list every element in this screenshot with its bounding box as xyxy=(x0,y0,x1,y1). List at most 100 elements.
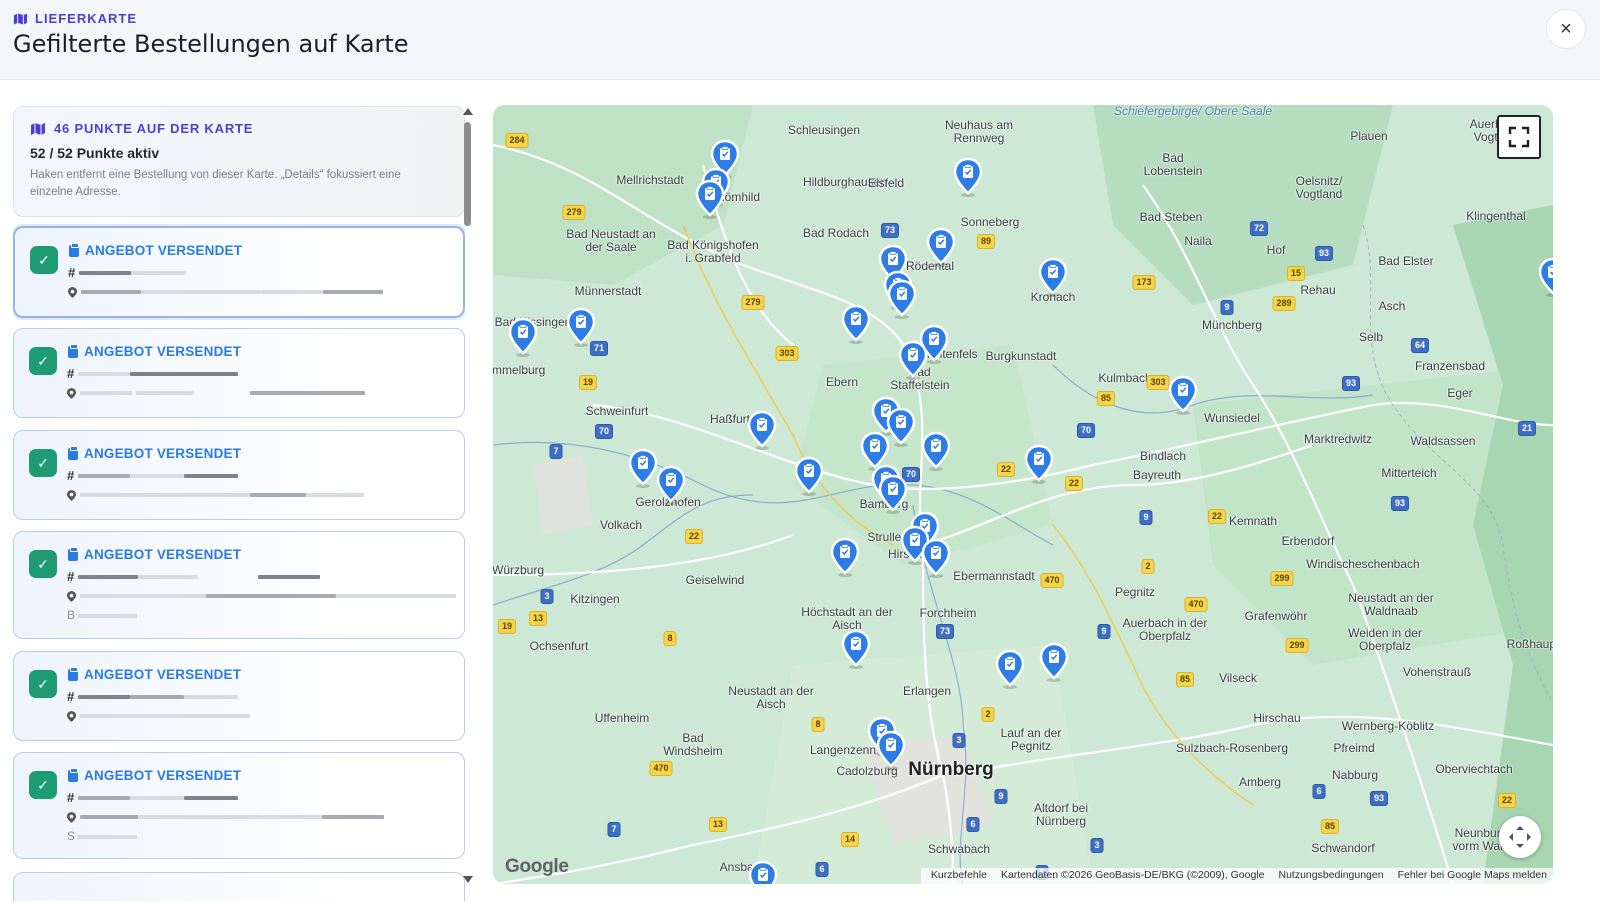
list-scrollbar[interactable] xyxy=(462,108,474,883)
summary-hint: Haken entfernt eine Bestellung von diese… xyxy=(30,169,401,198)
delivery-marker[interactable] xyxy=(921,538,951,578)
map-place: Rehau xyxy=(1300,283,1336,297)
delivery-marker[interactable] xyxy=(926,227,956,267)
map-place: Wernberg-Köblitz xyxy=(1341,719,1435,733)
map-place: Sulzbach-Rosenberg xyxy=(1175,741,1289,755)
order-number: # xyxy=(67,468,246,483)
delivery-marker[interactable] xyxy=(878,474,908,514)
map-place: Bad Windsheim xyxy=(663,731,723,758)
map-place: Eisfeld xyxy=(867,176,905,190)
order-card[interactable]: ✓ ANGEBOT VERSENDET # xyxy=(13,226,465,318)
map-place: Volkach xyxy=(599,518,643,532)
delivery-marker[interactable] xyxy=(628,448,658,488)
delivery-marker[interactable] xyxy=(841,304,871,344)
map-place: Mellrichstadt xyxy=(616,173,684,187)
order-number: # xyxy=(68,265,197,280)
status-label: ANGEBOT VERSENDET xyxy=(68,445,241,461)
map-place: Erbendorf xyxy=(1281,534,1335,548)
delivery-marker[interactable] xyxy=(876,730,906,770)
delivery-map[interactable]: Schiefergebirge/ Obere Saale Schleusinge… xyxy=(493,105,1553,884)
scrollbar-thumb[interactable] xyxy=(464,122,471,226)
delivery-marker[interactable] xyxy=(886,407,916,447)
delivery-marker[interactable] xyxy=(1168,375,1198,415)
checkbox[interactable]: ✓ xyxy=(29,550,57,578)
delivery-marker[interactable] xyxy=(953,157,983,197)
scroll-up-arrow-icon[interactable] xyxy=(463,108,473,115)
map-place: Kitzingen xyxy=(570,592,620,606)
delivery-marker[interactable] xyxy=(656,465,686,505)
map-place: Bayreuth xyxy=(1132,468,1182,482)
delivery-marker[interactable] xyxy=(830,537,860,577)
delivery-marker[interactable] xyxy=(1024,444,1054,484)
map-place: Schwandorf xyxy=(1311,841,1375,855)
map-place: Haßfurt xyxy=(709,412,751,426)
map-place: Münchberg xyxy=(1201,318,1263,332)
checkbox[interactable]: ✓ xyxy=(29,347,57,375)
delivery-marker[interactable] xyxy=(748,860,778,884)
checkbox[interactable]: ✓ xyxy=(29,670,57,698)
order-card[interactable]: ✓ ANGEBOT VERSENDET # xyxy=(13,430,465,520)
order-card[interactable]: ✓ ANGEBOT VERSENDET # S xyxy=(13,752,465,859)
map-data-attribution: Kartendaten ©2026 GeoBasis-DE/BKG (©2009… xyxy=(1000,869,1265,881)
map-place: Weiden in der Oberpfalz xyxy=(1348,626,1422,653)
delivery-marker[interactable] xyxy=(1038,257,1068,297)
status-label: ANGEBOT VERSENDET xyxy=(68,546,241,562)
order-card[interactable]: ✓ ANGEBOT VERSENDET # xyxy=(13,651,465,741)
map-place: Grafenwöhr xyxy=(1244,609,1308,623)
delivery-marker[interactable] xyxy=(566,307,596,347)
delivery-marker[interactable] xyxy=(887,279,917,319)
check-icon: ✓ xyxy=(37,454,49,471)
map-place: Schiefergebirge/ Obere Saale xyxy=(1113,105,1273,118)
terms-link[interactable]: Nutzungsbedingungen xyxy=(1278,869,1383,884)
map-place: Pfreimd xyxy=(1333,741,1375,755)
fullscreen-button[interactable] xyxy=(1497,115,1541,159)
map-place: Münnerstadt xyxy=(574,284,642,298)
map-place: Marktredwitz xyxy=(1303,432,1373,446)
map-place: Hammelburg xyxy=(493,363,546,377)
google-logo: Google xyxy=(505,856,569,877)
delivery-marker[interactable] xyxy=(921,431,951,471)
map-place: Plauen xyxy=(1350,129,1388,143)
delivery-marker[interactable] xyxy=(1039,642,1069,682)
order-number: # xyxy=(67,366,246,381)
close-icon: × xyxy=(1560,17,1572,40)
scroll-down-arrow-icon[interactable] xyxy=(463,876,473,883)
close-button[interactable]: × xyxy=(1546,9,1586,49)
camera-control-button[interactable] xyxy=(1499,816,1541,858)
check-icon: ✓ xyxy=(37,352,49,369)
map-icon xyxy=(31,122,45,135)
map-place: Altdorf bei Nürnberg xyxy=(1033,801,1089,828)
order-card[interactable] xyxy=(13,872,465,901)
order-card[interactable]: ✓ ANGEBOT VERSENDET # B xyxy=(13,531,465,639)
map-place: Auerbach in der Oberpfalz xyxy=(1122,616,1208,643)
delivery-marker[interactable] xyxy=(841,629,871,669)
order-address xyxy=(68,286,399,298)
order-card[interactable]: ✓ ANGEBOT VERSENDET # xyxy=(13,328,465,418)
modal-header: LIEFERKARTE Gefilterte Bestellungen auf … xyxy=(0,0,1600,80)
map-place: Naila xyxy=(1184,234,1212,248)
delivery-marker[interactable] xyxy=(1538,257,1553,297)
checkbox[interactable]: ✓ xyxy=(30,246,58,274)
map-place: Ebern xyxy=(825,375,859,389)
map-place: Schweinfurt xyxy=(585,404,649,418)
report-error-link[interactable]: Fehler bei Google Maps melden xyxy=(1398,869,1547,884)
delivery-marker[interactable] xyxy=(508,317,538,357)
map-place: Waldsassen xyxy=(1410,434,1476,448)
delivery-marker[interactable] xyxy=(695,179,725,219)
checkbox[interactable]: ✓ xyxy=(29,771,57,799)
location-pin-icon xyxy=(67,387,76,399)
map-place: Bad Neustadt an der Saale xyxy=(566,227,656,254)
delivery-marker[interactable] xyxy=(898,340,928,380)
eyebrow: LIEFERKARTE xyxy=(13,11,137,26)
map-place: Bad Elster xyxy=(1378,254,1434,268)
keyboard-shortcuts-link[interactable]: Kurzbefehle xyxy=(931,869,987,884)
clipboard-icon xyxy=(68,666,78,681)
delivery-marker[interactable] xyxy=(995,649,1025,689)
modal-title: Gefilterte Bestellungen auf Karte xyxy=(13,30,409,58)
checkbox[interactable]: ✓ xyxy=(29,449,57,477)
map-place: Roßhaupt xyxy=(1506,637,1553,651)
map-place: Hirschau xyxy=(1253,711,1301,725)
map-place: Erlangen xyxy=(902,684,952,698)
delivery-marker[interactable] xyxy=(794,456,824,496)
delivery-marker[interactable] xyxy=(747,410,777,450)
